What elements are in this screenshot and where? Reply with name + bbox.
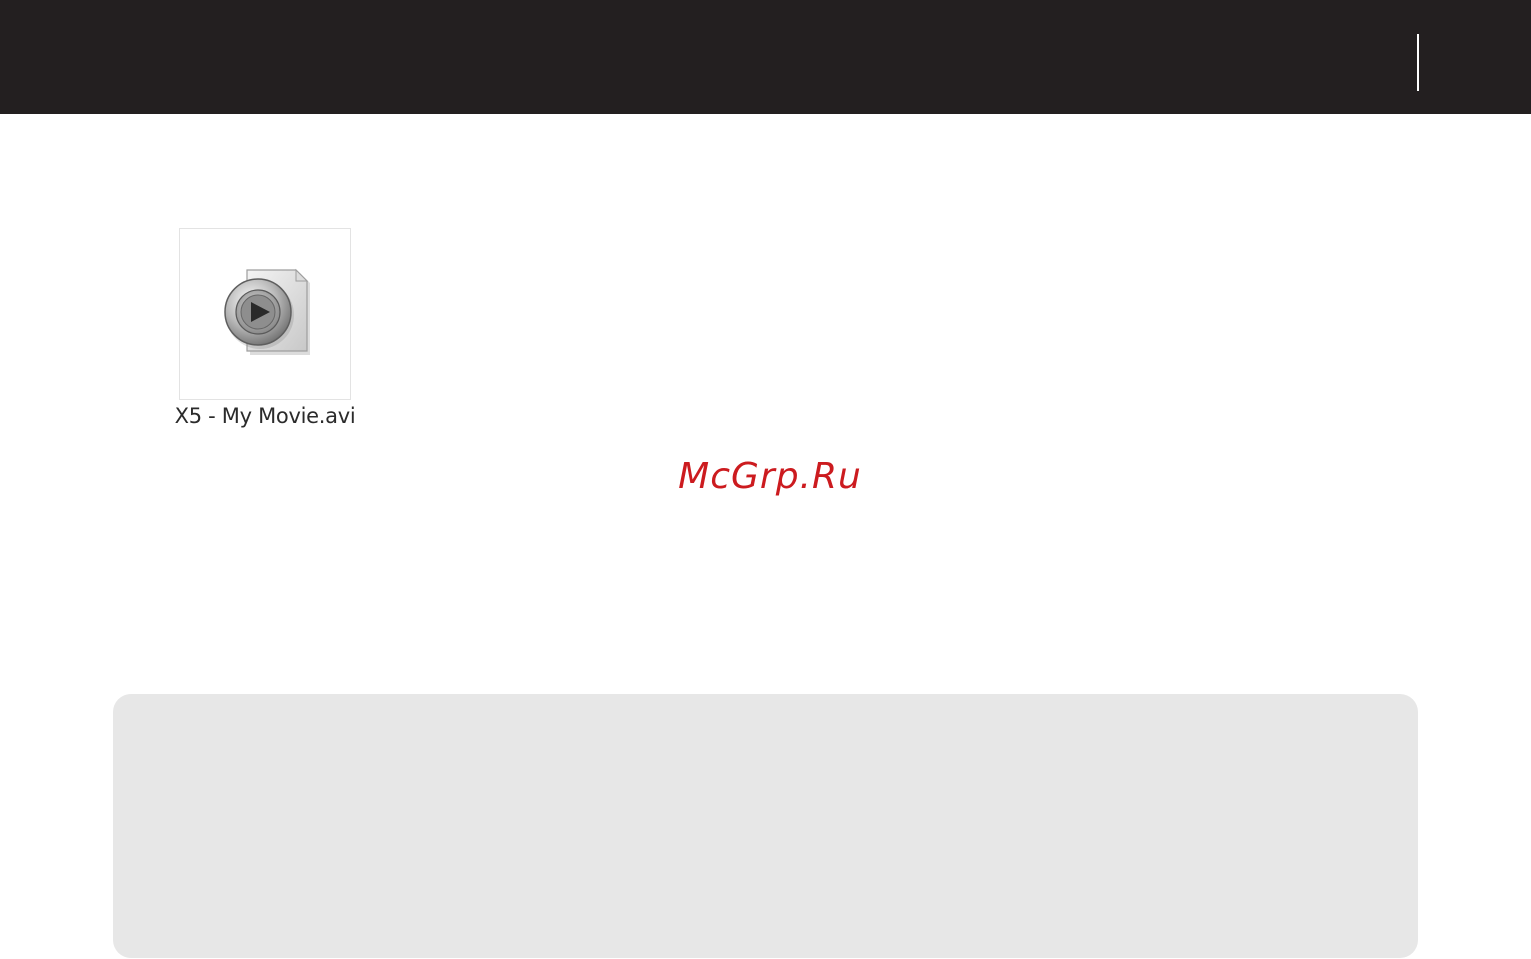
file-thumbnail[interactable] (179, 228, 351, 400)
header-bar (0, 0, 1531, 114)
note-panel (113, 694, 1418, 958)
watermark-text: McGrp.Ru (678, 456, 862, 497)
video-file-icon (224, 268, 310, 355)
file-item[interactable]: X5 - My Movie.avi (165, 228, 365, 438)
header-divider (1417, 34, 1419, 91)
page: X5 - My Movie.avi McGrp.Ru (0, 0, 1531, 959)
file-name-label[interactable]: X5 - My Movie.avi (165, 404, 365, 428)
